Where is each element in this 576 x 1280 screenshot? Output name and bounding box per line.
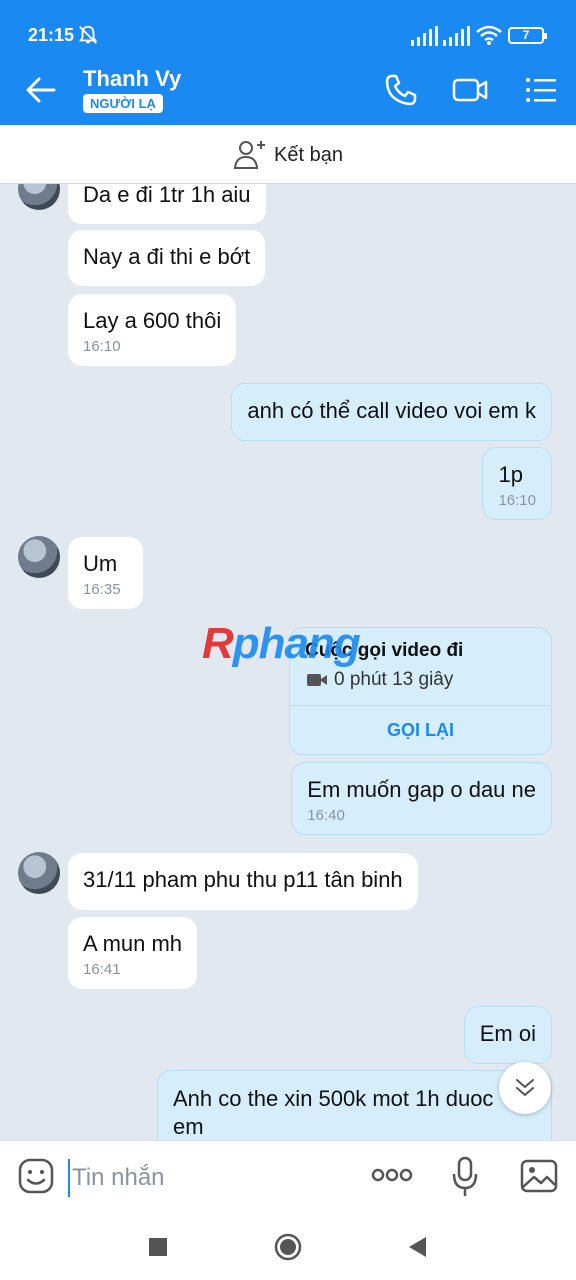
message-text: Nay a đi thi e bớt (83, 244, 251, 269)
chat-header: Thanh Vy NGƯỜI LẠ (0, 54, 576, 125)
message-time: 16:10 (83, 338, 121, 355)
stranger-badge: NGƯỜI LẠ (83, 94, 163, 113)
message-bubble-incoming[interactable]: Um 16:35 (68, 537, 143, 609)
sticker-emoji-icon[interactable] (18, 1158, 54, 1194)
chat-area[interactable]: Da e đi 1tr 1h aiu Nay a đi thi e bớt La… (0, 184, 576, 1140)
message-text: Um (83, 551, 118, 576)
message-bubble-incoming[interactable]: Da e đi 1tr 1h aiu (68, 184, 266, 224)
message-time: 16:10 (498, 492, 536, 509)
microphone-icon[interactable] (451, 1156, 479, 1198)
recents-square-icon[interactable] (143, 1232, 173, 1262)
back-triangle-icon[interactable] (403, 1232, 433, 1262)
message-bubble-incoming[interactable]: Nay a đi thi e bớt (68, 230, 266, 286)
watermark-rest: phang (232, 619, 361, 668)
image-gallery-icon[interactable] (520, 1159, 558, 1193)
message-text: Em muốn gap o dau ne (307, 777, 536, 802)
message-text: anh có thể call video voi em k (247, 398, 536, 423)
message-time: 16:40 (307, 807, 345, 824)
watermark-first-letter: R (202, 619, 234, 668)
double-chevron-down-icon (516, 1079, 534, 1096)
message-time: 16:41 (83, 961, 121, 978)
wifi-icon (476, 25, 502, 45)
watermark: Rphang (202, 619, 361, 669)
message-text: Lay a 600 thôi (83, 308, 222, 333)
add-friend-bar[interactable]: Kết bạn (0, 125, 576, 184)
message-text-continued: em (173, 1114, 204, 1139)
composer-bar (0, 1140, 576, 1213)
add-friend-icon (233, 141, 265, 169)
message-bubble-outgoing[interactable]: Em muốn gap o dau ne 16:40 (291, 762, 552, 835)
message-time: 16:35 (83, 581, 121, 598)
message-text: Da e đi 1tr 1h aiu (83, 184, 251, 207)
message-bubble-outgoing[interactable]: Em oi (463, 1006, 552, 1064)
signal-icon (411, 26, 438, 46)
message-text: 1p (498, 462, 523, 487)
add-friend-label: Kết bạn (274, 144, 343, 166)
status-time: 21:15 (28, 25, 75, 45)
call-back-button[interactable]: GỌI LẠI (290, 720, 551, 741)
video-call-icon[interactable] (452, 72, 488, 108)
scroll-to-bottom-button[interactable] (499, 1062, 551, 1114)
contact-name[interactable]: Thanh Vy (83, 66, 181, 92)
message-bubble-incoming[interactable]: Lay a 600 thôi 16:10 (68, 294, 237, 366)
back-arrow-icon[interactable] (24, 74, 58, 106)
message-bubble-incoming[interactable]: 31/11 pham phu thu p11 tân binh (68, 853, 418, 910)
phone-call-icon[interactable] (383, 72, 419, 108)
muted-bell-icon (78, 25, 98, 44)
message-bubble-outgoing[interactable]: anh có thể call video voi em k (231, 383, 552, 441)
message-bubble-incoming[interactable]: A mun mh 16:41 (68, 917, 198, 989)
message-text: Em oi (479, 1021, 536, 1046)
divider (290, 705, 551, 706)
message-bubble-outgoing[interactable]: Anh co the xin 500k mot 1h duoc em (157, 1070, 552, 1140)
video-camera-icon (307, 674, 327, 686)
battery-icon: 7 (508, 27, 547, 44)
more-options-icon[interactable] (371, 1167, 413, 1183)
menu-list-icon[interactable] (523, 72, 559, 108)
signal-icon-2 (443, 26, 470, 46)
system-nav-bar (0, 1212, 576, 1280)
status-bar: 21:15 7 (0, 0, 576, 54)
message-input[interactable] (68, 1159, 364, 1197)
message-text: A mun mh (83, 931, 183, 956)
message-text: 31/11 pham phu thu p11 tân binh (83, 867, 403, 892)
contact-avatar[interactable] (18, 184, 60, 210)
contact-avatar[interactable] (18, 852, 60, 894)
home-circle-icon[interactable] (273, 1232, 303, 1262)
message-text: Anh co the xin 500k mot 1h duoc (173, 1086, 494, 1111)
message-bubble-outgoing[interactable]: 1p 16:10 (482, 447, 552, 520)
contact-avatar[interactable] (18, 536, 60, 578)
call-duration: 0 phút 13 giây (334, 669, 454, 690)
